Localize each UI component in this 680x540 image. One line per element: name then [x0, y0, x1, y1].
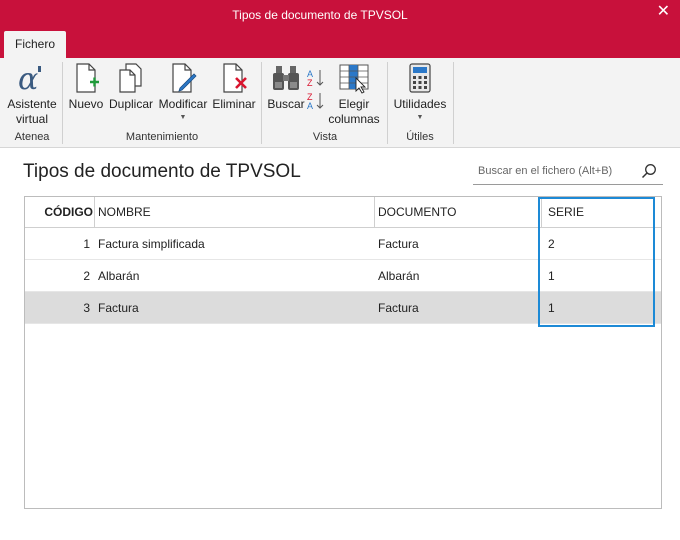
ribbon-divider [261, 62, 262, 144]
cell-nombre: Albarán [98, 269, 140, 283]
search-button[interactable]: Buscar [266, 62, 306, 112]
search-label: Buscar [267, 97, 305, 111]
cell-documento: Albarán [378, 269, 420, 283]
column-header-code[interactable]: CÓDIGO [25, 197, 93, 227]
search-input[interactable]: Buscar en el fichero (Alt+B) [473, 159, 663, 185]
ribbon-divider [453, 62, 454, 144]
group-label-atenea: Atenea [14, 131, 50, 143]
duplicate-label: Duplicar [108, 97, 153, 111]
new-document-icon [76, 63, 99, 93]
utilities-label: Utilidades [393, 97, 447, 111]
group-label-utiles: Útiles [406, 131, 434, 143]
cell-serie: 2 [548, 237, 555, 251]
chevron-down-icon: ▼ [179, 114, 187, 121]
svg-text:α: α [18, 62, 38, 94]
window-title: Tipos de documento de TPVSOL [232, 8, 408, 22]
cell-code: 1 [83, 237, 90, 251]
calculator-icon [409, 63, 431, 93]
choose-columns-label: Elegir columnas [328, 97, 380, 126]
svg-text:A: A [307, 101, 313, 111]
documents-table: CÓDIGO NOMBRE DOCUMENTO SERIE 1 Factura … [24, 196, 662, 509]
cell-code: 3 [83, 301, 90, 315]
cell-serie: 1 [548, 301, 555, 315]
delete-label: Eliminar [212, 97, 256, 111]
assistant-button[interactable]: α Asistente virtual [6, 62, 58, 127]
column-divider [94, 197, 95, 227]
binoculars-icon [273, 66, 299, 90]
column-header-documento[interactable]: DOCUMENTO [378, 197, 456, 227]
delete-document-icon [223, 63, 247, 93]
cell-documento: Factura [378, 301, 419, 315]
chevron-down-icon: ▼ [416, 114, 424, 121]
utilities-button[interactable]: Utilidades ▼ [392, 62, 448, 122]
delete-button[interactable]: Eliminar [212, 62, 256, 112]
columns-icon [339, 64, 369, 94]
close-icon[interactable]: ✕ [657, 4, 670, 20]
main-content: Tipos de documento de TPVSOL Buscar en e… [0, 149, 680, 540]
duplicate-icon [119, 63, 142, 93]
alpha-icon: α [18, 62, 41, 94]
group-label-vista: Vista [312, 131, 338, 143]
ribbon-divider [62, 62, 63, 144]
new-label: Nuevo [68, 97, 104, 111]
edit-label: Modificar [158, 97, 208, 111]
duplicate-button[interactable]: Duplicar [108, 62, 154, 112]
search-icon[interactable] [641, 163, 657, 179]
group-label-mantenimiento: Mantenimiento [125, 131, 199, 143]
column-header-serie[interactable]: SERIE [548, 197, 584, 227]
svg-text:Z: Z [307, 78, 313, 88]
tab-fichero[interactable]: Fichero [4, 31, 66, 58]
table-row-selected[interactable]: 3 Factura Factura 1 [25, 292, 661, 324]
edit-document-icon [172, 63, 197, 93]
title-bar: Tipos de documento de TPVSOL ✕ Fichero [0, 0, 680, 58]
ribbon-divider [387, 62, 388, 144]
cell-documento: Factura [378, 237, 419, 251]
cell-nombre: Factura [98, 301, 139, 315]
new-button[interactable]: Nuevo [67, 62, 105, 112]
table-header: CÓDIGO NOMBRE DOCUMENTO SERIE [25, 197, 661, 228]
ribbon: α Asistente virtual Atenea Nuevo Duplica… [0, 58, 680, 148]
cell-code: 2 [83, 269, 90, 283]
table-row[interactable]: 2 Albarán Albarán 1 [25, 260, 661, 292]
assistant-label: Asistente virtual [7, 97, 57, 126]
column-header-nombre[interactable]: NOMBRE [98, 197, 151, 227]
choose-columns-button[interactable]: Elegir columnas [328, 62, 380, 127]
column-divider [374, 197, 375, 227]
edit-button[interactable]: Modificar ▼ [157, 62, 209, 122]
search-placeholder: Buscar en el fichero (Alt+B) [478, 165, 613, 177]
page-title: Tipos de documento de TPVSOL [23, 161, 301, 182]
cell-serie: 1 [548, 269, 555, 283]
table-row[interactable]: 1 Factura simplificada Factura 2 [25, 228, 661, 260]
cell-nombre: Factura simplificada [98, 237, 205, 251]
sort-button[interactable]: A Z Z A [305, 68, 327, 115]
sort-icon: A Z Z A [307, 69, 324, 111]
column-divider [541, 197, 542, 227]
